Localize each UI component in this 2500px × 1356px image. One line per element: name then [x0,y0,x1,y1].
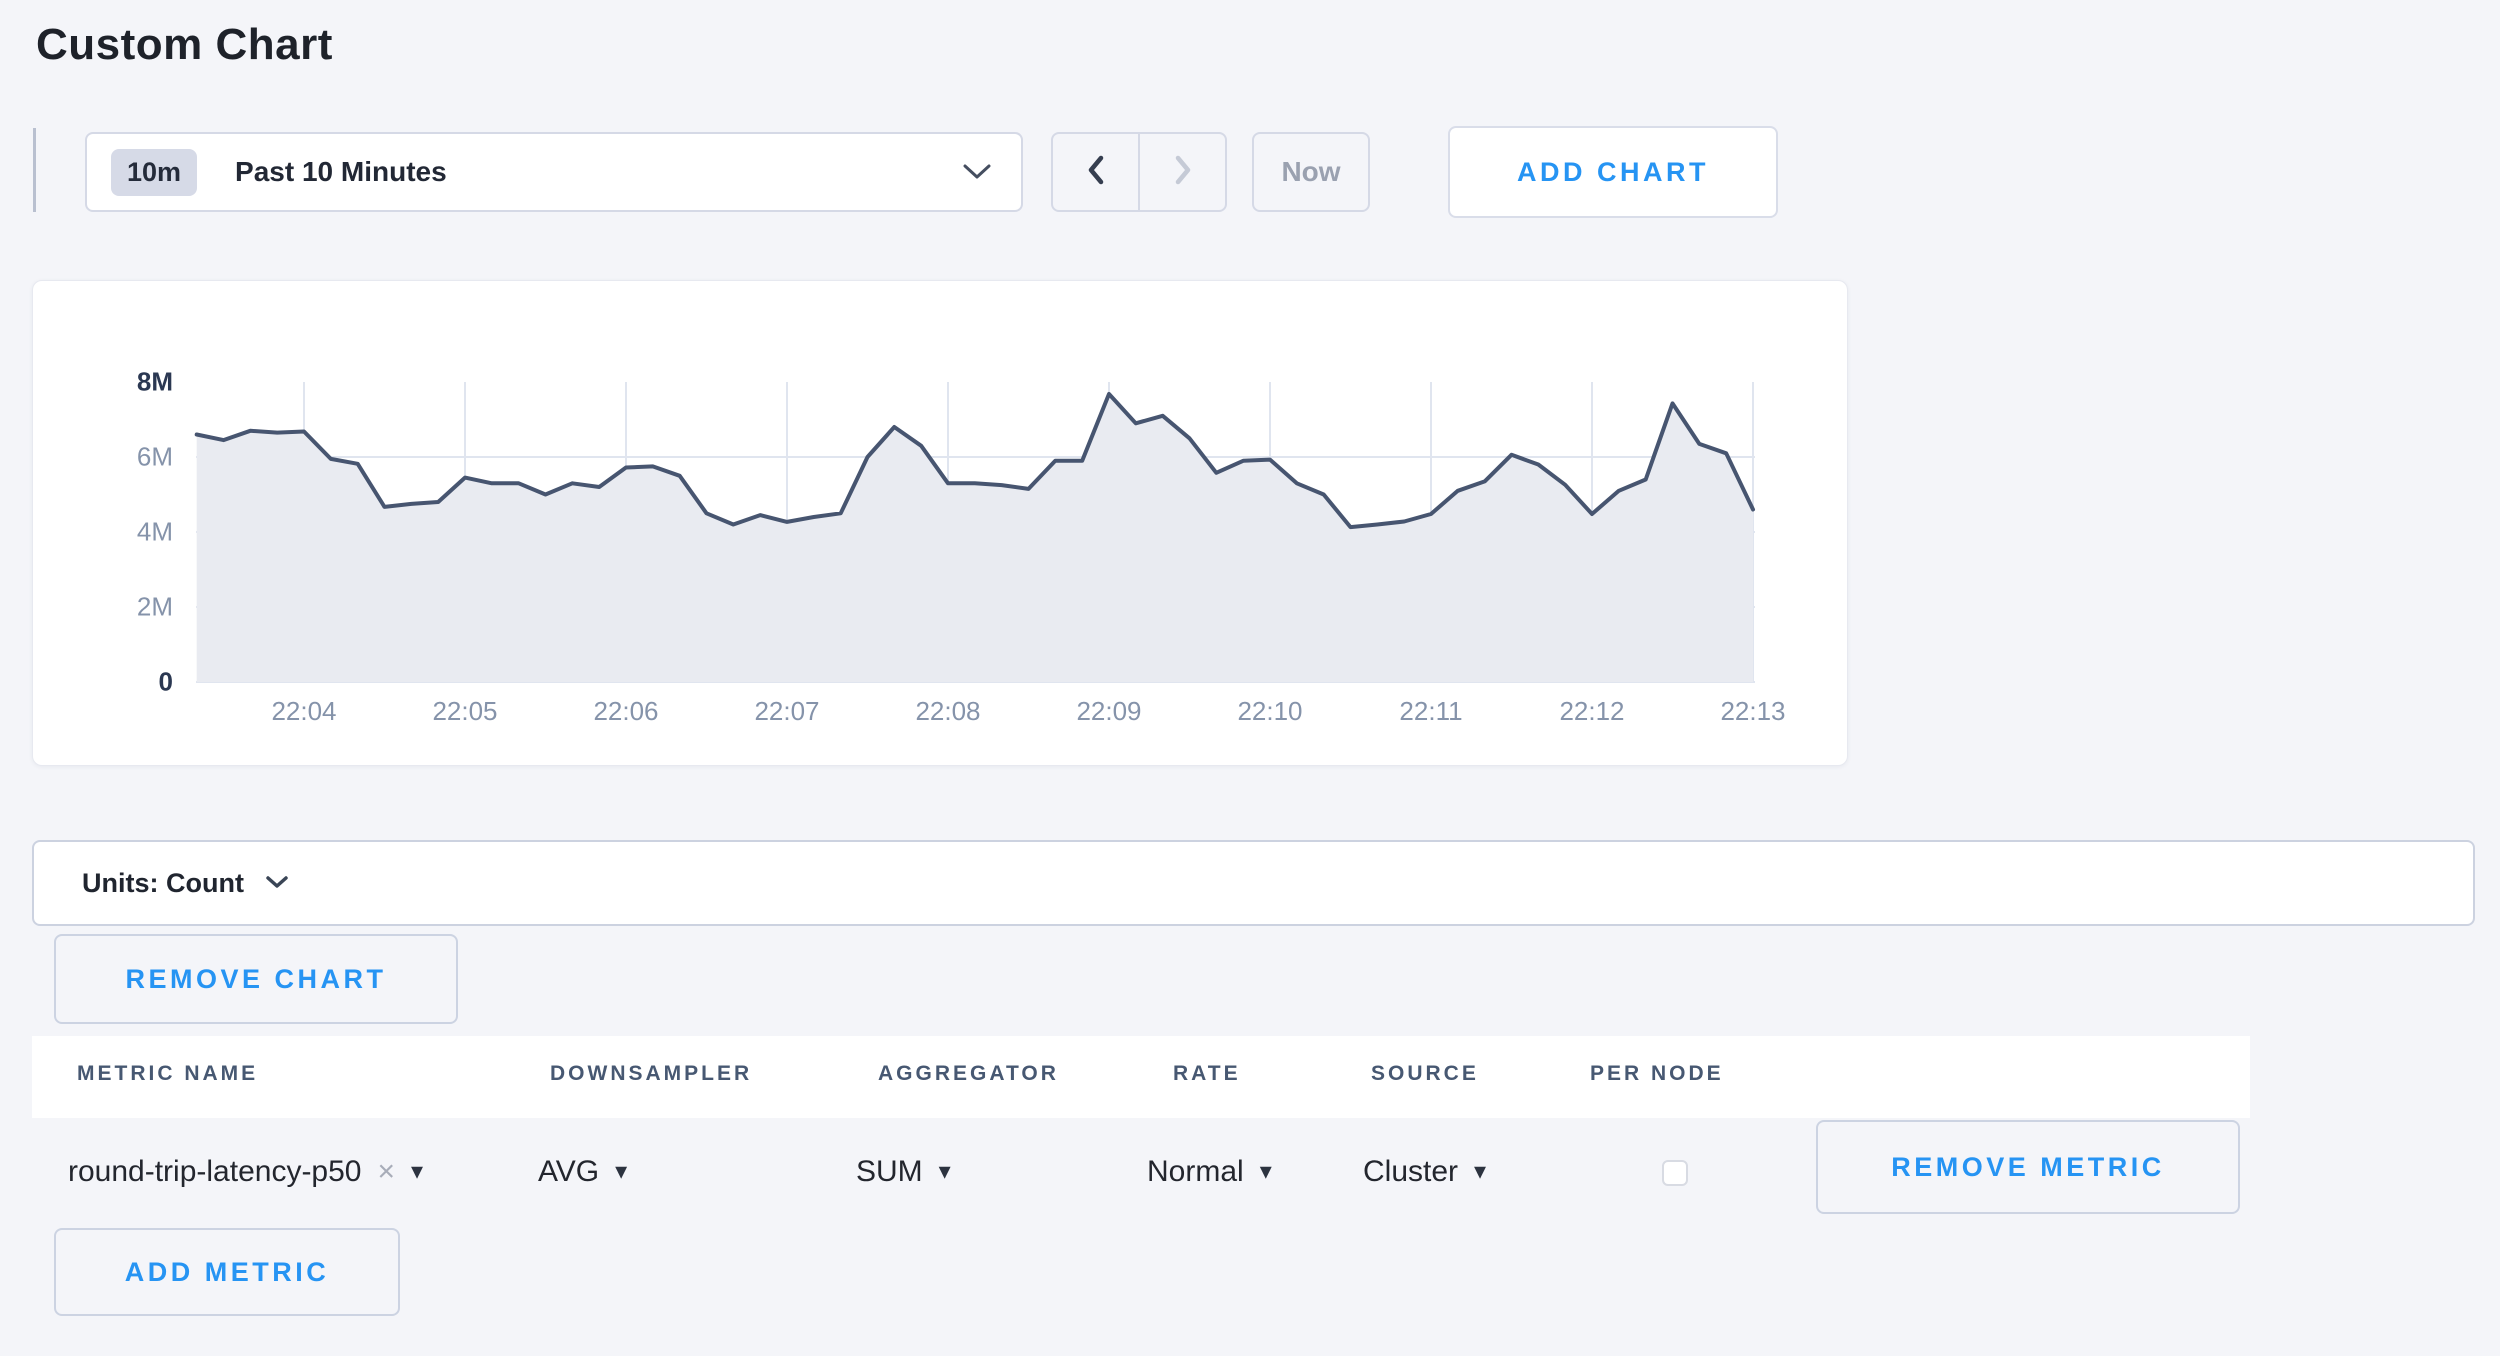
x-tick-label: 22:07 [717,696,857,727]
column-header-per-node: PER NODE [1590,1062,1724,1086]
y-tick-label: 4M [63,517,173,548]
prev-window-button[interactable] [1053,134,1140,210]
x-tick-label: 22:11 [1361,696,1501,727]
caret-down-icon: ▾ [615,1160,627,1184]
toolbar-left-divider [33,128,36,212]
time-range-label: Past 10 Minutes [235,156,447,188]
chart-card: 8M 6M 4M 2M 0 22:04 22:05 22:06 22:07 22:08 22:09… [32,280,1848,766]
per-node-checkbox[interactable] [1662,1160,1688,1186]
now-button[interactable]: Now [1252,132,1370,212]
x-tick-label: 22:08 [878,696,1018,727]
rate-value: Normal [1147,1155,1244,1189]
source-dropdown[interactable]: Cluster ▾ [1363,1148,1486,1196]
x-tick-label: 22:09 [1039,696,1179,727]
chevron-down-icon [963,164,991,180]
units-dropdown[interactable]: Units: Count [32,840,2475,926]
x-tick-label: 22:05 [395,696,535,727]
x-tick-label: 22:10 [1200,696,1340,727]
source-value: Cluster [1363,1155,1458,1189]
column-header-rate: RATE [1173,1062,1241,1086]
x-tick-label: 22:13 [1683,696,1823,727]
chevron-left-icon [1086,154,1106,191]
units-label: Units: Count [82,868,244,899]
line-chart [33,281,1849,767]
y-tick-label: 2M [63,592,173,623]
remove-chart-button[interactable]: REMOVE CHART [54,934,458,1024]
caret-down-icon: ▾ [411,1160,423,1184]
time-nav-group [1051,132,1227,212]
aggregator-dropdown[interactable]: SUM ▾ [856,1148,951,1196]
downsampler-value: AVG [538,1155,599,1189]
aggregator-value: SUM [856,1155,923,1189]
page-title: Custom Chart [36,20,333,70]
caret-down-icon: ▾ [1474,1160,1486,1184]
column-header-metric-name: METRIC NAME [77,1062,258,1086]
chevron-right-icon [1173,154,1193,191]
x-tick-label: 22:06 [556,696,696,727]
caret-down-icon: ▾ [939,1160,951,1184]
x-tick-label: 22:12 [1522,696,1662,727]
y-tick-label: 8M [63,367,173,398]
caret-down-icon: ▾ [1260,1160,1272,1184]
add-metric-button[interactable]: ADD METRIC [54,1228,400,1316]
chevron-down-icon [266,876,288,890]
time-range-select[interactable]: 10m Past 10 Minutes [85,132,1023,212]
column-header-aggregator: AGGREGATOR [878,1062,1059,1086]
downsampler-dropdown[interactable]: AVG ▾ [538,1148,627,1196]
next-window-button[interactable] [1140,134,1225,210]
rate-dropdown[interactable]: Normal ▾ [1147,1148,1272,1196]
add-chart-button[interactable]: ADD CHART [1448,126,1778,218]
remove-metric-button[interactable]: REMOVE METRIC [1816,1120,2240,1214]
metric-name-dropdown[interactable]: round-trip-latency-p50 × ▾ [68,1148,423,1196]
metric-name-value: round-trip-latency-p50 [68,1155,361,1189]
column-header-source: SOURCE [1371,1062,1479,1086]
metrics-table-header [32,1036,2250,1118]
y-tick-label: 6M [63,442,173,473]
y-tick-label: 0 [63,667,173,698]
clear-metric-icon[interactable]: × [377,1155,395,1189]
x-tick-label: 22:04 [234,696,374,727]
time-range-badge: 10m [111,149,197,196]
column-header-downsampler: DOWNSAMPLER [550,1062,752,1086]
